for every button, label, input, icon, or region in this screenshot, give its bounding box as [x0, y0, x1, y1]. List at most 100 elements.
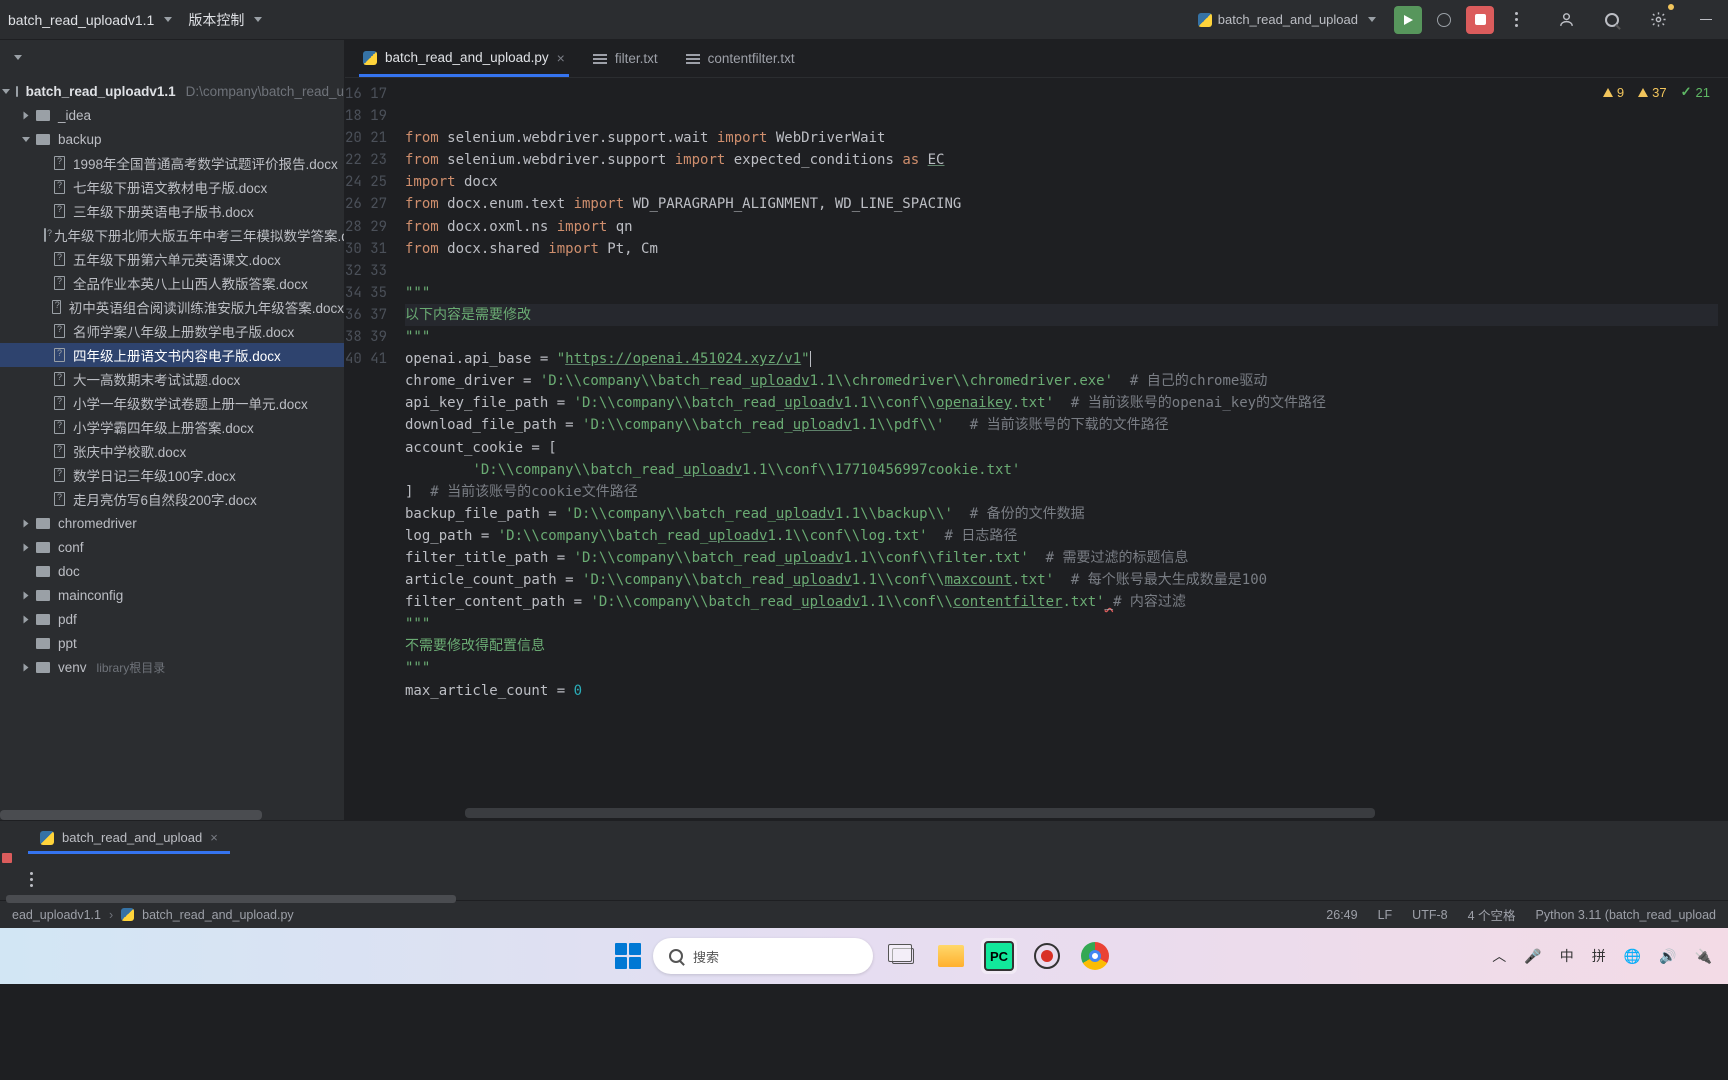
run-button[interactable]: [1394, 6, 1422, 34]
stop-icon: [1475, 14, 1486, 25]
folder-icon: [36, 662, 50, 673]
tree-item[interactable]: 小学一年级数学试卷题上册一单元.docx: [0, 391, 344, 415]
tree-item[interactable]: 全品作业本英八上山西人教版答案.docx: [0, 271, 344, 295]
tree-item[interactable]: 小学学霸四年级上册答案.docx: [0, 415, 344, 439]
close-icon[interactable]: ×: [557, 50, 565, 66]
editor-tab[interactable]: contentfilter.txt: [682, 43, 799, 74]
search-button[interactable]: [1598, 6, 1626, 34]
line-ending[interactable]: LF: [1378, 908, 1393, 922]
interpreter[interactable]: Python 3.11 (batch_read_upload: [1536, 908, 1716, 922]
tree-item[interactable]: doc: [0, 559, 344, 583]
vcs-menu[interactable]: 版本控制: [188, 10, 262, 30]
tree-item[interactable]: ppt: [0, 631, 344, 655]
battery-icon[interactable]: 🔌: [1695, 948, 1712, 965]
run-tab[interactable]: batch_read_and_upload ×: [28, 824, 230, 854]
search-icon: [1605, 13, 1619, 27]
folder-icon: [36, 638, 50, 649]
more-icon[interactable]: [30, 872, 33, 887]
stop-indicator: [2, 853, 12, 863]
network-icon[interactable]: 🌐: [1624, 948, 1641, 965]
mic-icon[interactable]: 🎤: [1524, 948, 1541, 965]
warning-icon: [1603, 88, 1613, 97]
horizontal-scrollbar[interactable]: [465, 808, 1375, 818]
chevron-down-icon: [14, 55, 22, 60]
ime-mode[interactable]: 拼: [1592, 946, 1606, 966]
tree-item[interactable]: chromedriver: [0, 511, 344, 535]
tree-item[interactable]: 七年级下册语文教材电子版.docx: [0, 175, 344, 199]
status-bar: ead_uploadv1.1 › batch_read_and_upload.p…: [0, 900, 1728, 928]
more-run-button[interactable]: [1502, 6, 1530, 34]
tree-item-label: 四年级上册语文书内容电子版.docx: [73, 345, 281, 365]
tree-item[interactable]: 四年级上册语文书内容电子版.docx: [0, 343, 344, 367]
tree-item[interactable]: 1998年全国普通高考数学试题评价报告.docx: [0, 151, 344, 175]
tree-item-label: backup: [58, 132, 102, 147]
encoding[interactable]: UTF-8: [1412, 908, 1447, 922]
play-icon: [1404, 15, 1413, 25]
chrome-icon: [1081, 942, 1109, 970]
tree-item[interactable]: mainconfig: [0, 583, 344, 607]
task-view-icon: [892, 948, 914, 964]
system-tray[interactable]: ︿ 🎤 中 拼 🌐 🔊 🔌: [1492, 946, 1712, 966]
indent-setting[interactable]: 4 个空格: [1468, 905, 1516, 924]
sidebar-header[interactable]: [0, 40, 344, 75]
vcs-label: 版本控制: [188, 10, 244, 30]
tree-item-label: 大一高数期末考试试题.docx: [73, 369, 240, 389]
stop-button[interactable]: [1466, 6, 1494, 34]
start-button[interactable]: [615, 943, 641, 969]
code-content[interactable]: from selenium.webdriver.support.wait imp…: [405, 78, 1728, 820]
tree-item[interactable]: 名师学案八年级上册数学电子版.docx: [0, 319, 344, 343]
ime-lang[interactable]: 中: [1560, 946, 1574, 966]
title-bar: batch_read_uploadv1.1 版本控制 batch_read_an…: [0, 0, 1728, 40]
task-view-button[interactable]: [885, 938, 921, 974]
horizontal-scrollbar[interactable]: [6, 895, 456, 903]
chrome-button[interactable]: [1077, 938, 1113, 974]
chevron-up-icon[interactable]: ︿: [1492, 946, 1506, 966]
chevron-right-icon: ›: [109, 908, 113, 922]
python-icon: [363, 51, 377, 65]
tree-item[interactable]: 九年级下册北师大版五年中考三年模拟数学答案.do: [0, 223, 344, 247]
tree-item[interactable]: 三年级下册英语电子版书.docx: [0, 199, 344, 223]
cursor-position[interactable]: 26:49: [1326, 908, 1357, 922]
tree-item[interactable]: 走月亮仿写6自然段200字.docx: [0, 487, 344, 511]
tree-root[interactable]: batch_read_uploadv1.1D:\company\batch_re…: [0, 79, 344, 103]
doc-icon: [54, 252, 65, 266]
taskbar-search[interactable]: 搜索: [653, 938, 873, 974]
tree-item[interactable]: 初中英语组合阅读训练淮安版九年级答案.docx: [0, 295, 344, 319]
tree-item[interactable]: 张庆中学校歌.docx: [0, 439, 344, 463]
tree-item[interactable]: 数学日记三年级100字.docx: [0, 463, 344, 487]
doc-icon: [54, 372, 65, 386]
tree-item[interactable]: venvlibrary根目录: [0, 655, 344, 679]
pycharm-button[interactable]: PC: [981, 938, 1017, 974]
folder-icon: [36, 110, 50, 121]
tree-item-label: 1998年全国普通高考数学试题评价报告.docx: [73, 153, 338, 173]
chevron-down-icon: [254, 17, 262, 22]
explorer-button[interactable]: [933, 938, 969, 974]
tree-item[interactable]: conf: [0, 535, 344, 559]
tree-item[interactable]: 五年级下册第六单元英语课文.docx: [0, 247, 344, 271]
debug-button[interactable]: [1430, 6, 1458, 34]
project-tree[interactable]: batch_read_uploadv1.1D:\company\batch_re…: [0, 75, 344, 715]
editor-tab[interactable]: batch_read_and_upload.py×: [359, 42, 569, 77]
error-count: 9: [1603, 85, 1624, 100]
horizontal-scrollbar[interactable]: [0, 810, 262, 820]
editor-tab[interactable]: filter.txt: [589, 43, 662, 74]
project-selector[interactable]: batch_read_uploadv1.1: [8, 12, 172, 28]
tree-item[interactable]: 大一高数期末考试试题.docx: [0, 367, 344, 391]
minimize-button[interactable]: [1692, 6, 1720, 34]
recorder-button[interactable]: [1029, 938, 1065, 974]
folder-icon: [36, 542, 50, 553]
run-config-selector[interactable]: batch_read_and_upload: [1188, 8, 1386, 31]
close-icon[interactable]: ×: [210, 830, 218, 845]
tree-item[interactable]: pdf: [0, 607, 344, 631]
project-name: batch_read_uploadv1.1: [8, 12, 154, 28]
tree-item[interactable]: backup: [0, 127, 344, 151]
settings-button[interactable]: [1644, 6, 1672, 34]
tree-item[interactable]: _idea: [0, 103, 344, 127]
inspection-widget[interactable]: 9 37 ✓21: [1603, 84, 1710, 100]
folder-icon: [36, 590, 50, 601]
code-with-me-button[interactable]: [1552, 6, 1580, 34]
code-area[interactable]: 16 17 18 19 20 21 22 23 24 25 26 27 28 2…: [345, 78, 1728, 820]
volume-icon[interactable]: 🔊: [1659, 948, 1676, 965]
breadcrumb[interactable]: ead_uploadv1.1 › batch_read_and_upload.p…: [12, 908, 294, 922]
tree-item-label: 五年级下册第六单元英语课文.docx: [73, 249, 281, 269]
